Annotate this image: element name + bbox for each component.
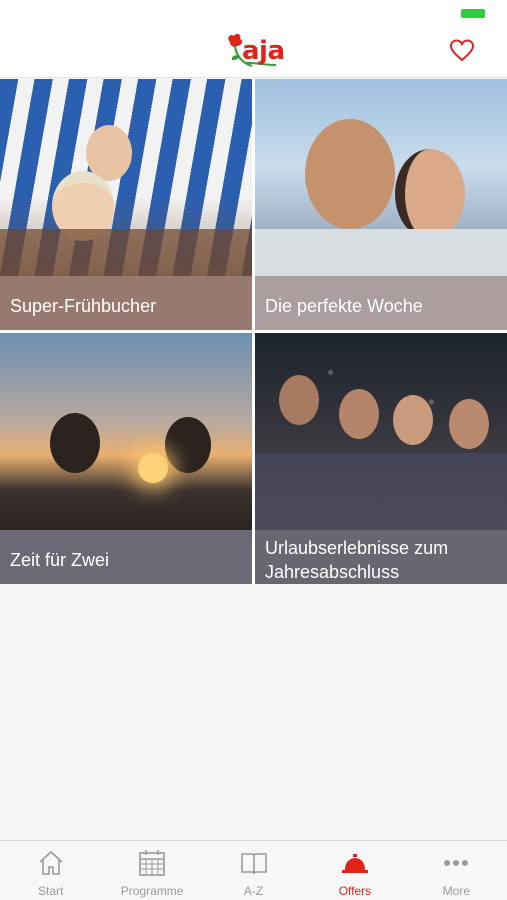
book-icon bbox=[239, 848, 269, 878]
tab-programme[interactable]: Programme bbox=[101, 841, 202, 900]
person-figure bbox=[305, 119, 395, 229]
calendar-icon bbox=[137, 848, 167, 878]
offers-grid: Super-Frühbucher Die perfekte Woche Zeit… bbox=[0, 79, 507, 584]
tab-bar: Start Programme A-Z Offers More bbox=[0, 840, 507, 900]
tab-label: More bbox=[442, 884, 470, 898]
tab-label: Start bbox=[38, 884, 64, 898]
offer-title: Zeit für Zwei bbox=[10, 550, 110, 570]
tab-a-z[interactable]: A-Z bbox=[203, 841, 304, 900]
aja-logo: aja bbox=[222, 32, 288, 72]
person-silhouette bbox=[165, 417, 211, 473]
battery-icon bbox=[461, 9, 485, 18]
heart-outline-icon bbox=[449, 39, 475, 62]
tab-more[interactable]: More bbox=[406, 841, 507, 900]
service-bell-icon bbox=[340, 848, 370, 878]
person-silhouette bbox=[50, 413, 100, 473]
status-bar bbox=[0, 0, 507, 26]
shirt-area bbox=[255, 229, 507, 276]
offer-photo bbox=[0, 79, 252, 276]
offer-title: Urlaubserlebnisse zum Jahresabschluss bbox=[265, 538, 449, 582]
tab-label: Offers bbox=[338, 884, 372, 898]
offer-tile-zeit-fuer-zwei[interactable]: Zeit für Zwei bbox=[0, 333, 252, 584]
house-icon bbox=[36, 848, 66, 878]
favorites-button[interactable] bbox=[449, 38, 475, 64]
person-figure bbox=[279, 375, 319, 425]
offer-photo bbox=[0, 333, 252, 530]
tab-label: Programme bbox=[120, 884, 184, 898]
logo-text: aja bbox=[242, 36, 285, 66]
person-figure bbox=[393, 395, 433, 445]
person-figure bbox=[395, 149, 465, 239]
beach-chair-edge bbox=[0, 229, 252, 276]
app-header: aja bbox=[0, 26, 507, 78]
offer-photo bbox=[255, 79, 507, 276]
offer-title: Die perfekte Woche bbox=[265, 296, 423, 316]
offer-tile-urlaubserlebnisse[interactable]: Urlaubserlebnisse zum Jahresabschluss bbox=[255, 333, 507, 584]
offer-photo bbox=[255, 333, 507, 530]
offer-title: Super-Frühbucher bbox=[10, 296, 157, 316]
tab-label: A-Z bbox=[243, 884, 264, 898]
offer-tile-super-fruehbucher[interactable]: Super-Frühbucher bbox=[0, 79, 252, 330]
sunset-glow bbox=[138, 453, 168, 483]
person-figure bbox=[339, 389, 379, 439]
person-figure bbox=[449, 399, 489, 449]
tab-start[interactable]: Start bbox=[0, 841, 101, 900]
more-dots-icon bbox=[441, 848, 471, 878]
tab-offers[interactable]: Offers bbox=[304, 841, 405, 900]
crowd-clothes bbox=[255, 453, 507, 530]
offer-tile-perfekte-woche[interactable]: Die perfekte Woche bbox=[255, 79, 507, 330]
